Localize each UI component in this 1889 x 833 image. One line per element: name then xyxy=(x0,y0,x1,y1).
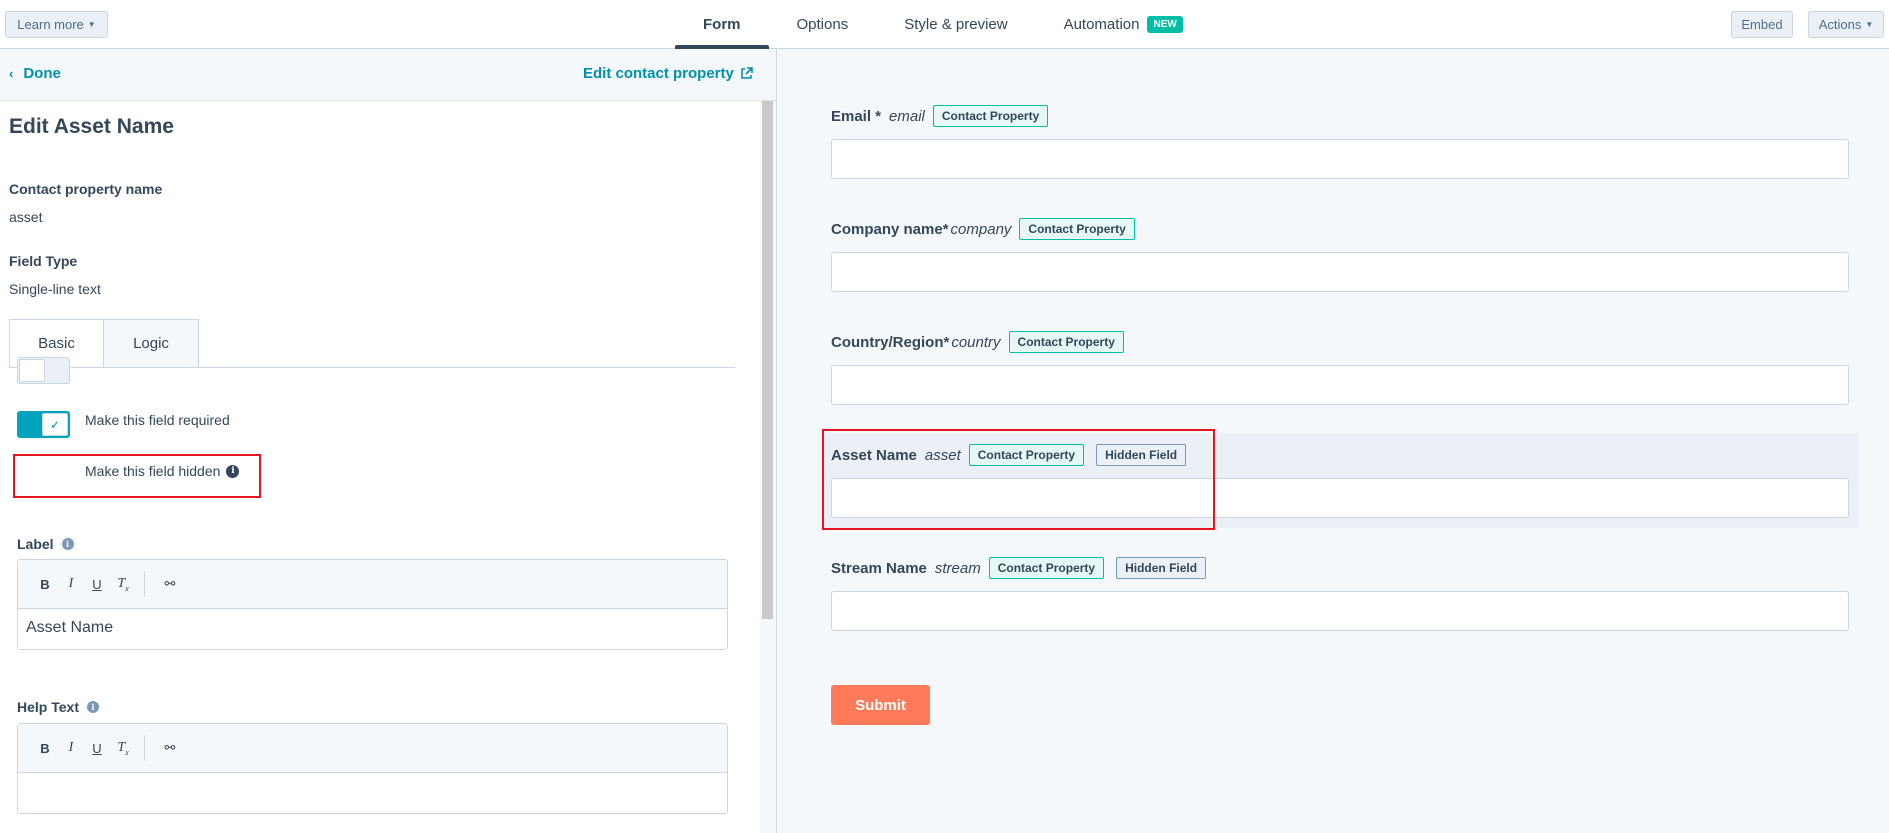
link-icon[interactable]: ⚯ xyxy=(157,740,183,756)
tab-options-label: Options xyxy=(796,16,849,33)
field-editor-panel: ‹ Done Edit contact property Edit Asset … xyxy=(0,49,777,833)
form-field-label-company[interactable]: Company name* company Contact Property xyxy=(831,218,1135,240)
field-internal-name: country xyxy=(951,333,1001,351)
field-internal-name: email xyxy=(889,107,925,125)
top-bar: Learn more ▼ Form Options Style & previe… xyxy=(0,0,1889,49)
italic-button[interactable]: I xyxy=(58,576,84,592)
contact-property-tag: Contact Property xyxy=(1019,218,1135,240)
field-internal-name: company xyxy=(950,220,1012,238)
tab-form[interactable]: Form xyxy=(675,0,769,49)
hidden-toggle[interactable]: ✓ xyxy=(17,411,70,438)
tab-automation[interactable]: Automation NEW xyxy=(1036,0,1211,49)
label-heading: Label i xyxy=(17,536,74,552)
editor-tabs: Form Options Style & preview Automation … xyxy=(675,0,1211,49)
toolbar-divider xyxy=(144,735,145,761)
field-label-text: Email * xyxy=(831,107,882,125)
help-text-rich-text-editor: B I U Tx ⚯ xyxy=(17,723,728,814)
caret-down-icon: ▼ xyxy=(1865,20,1874,29)
clear-format-button[interactable]: Tx xyxy=(110,740,136,757)
hidden-toggle-text: Make this field hidden xyxy=(85,463,221,479)
bold-button[interactable]: B xyxy=(32,741,58,756)
tab-options[interactable]: Options xyxy=(769,0,877,49)
embed-label: Embed xyxy=(1741,17,1783,32)
field-label-text: Company name* xyxy=(831,220,949,238)
info-icon[interactable]: i xyxy=(86,701,99,713)
clear-format-button[interactable]: Tx xyxy=(110,576,136,593)
company-name-field[interactable] xyxy=(831,252,1849,292)
contact-property-tag: Contact Property xyxy=(1008,331,1124,353)
subtab-logic[interactable]: Logic xyxy=(104,319,199,368)
help-text-heading-text: Help Text xyxy=(17,699,79,715)
learn-more-label: Learn more xyxy=(17,17,84,32)
external-link-icon xyxy=(741,67,753,79)
subtab-logic-label: Logic xyxy=(133,335,169,352)
rte-toolbar: B I U Tx ⚯ xyxy=(18,724,727,773)
info-icon[interactable]: i xyxy=(226,464,240,478)
required-toggle-label: Make this field required xyxy=(85,412,230,428)
highlight-asset-field xyxy=(822,429,1215,530)
underline-button[interactable]: U xyxy=(84,577,110,592)
check-icon: ✓ xyxy=(42,413,68,436)
field-label-text: Stream Name xyxy=(831,559,927,577)
contact-property-name-label: Contact property name xyxy=(9,181,163,197)
subtabs-divider xyxy=(9,367,735,368)
hidden-toggle-label: Make this field hidden i xyxy=(85,463,240,479)
contact-property-tag: Contact Property xyxy=(932,105,1049,127)
field-label-text: Country/Region* xyxy=(831,333,950,351)
required-toggle-text: Make this field required xyxy=(85,412,230,428)
field-type-value: Single-line text xyxy=(9,281,101,297)
caret-down-icon: ▼ xyxy=(87,20,96,29)
subtab-basic-label: Basic xyxy=(38,335,75,352)
new-badge: NEW xyxy=(1147,16,1183,33)
toolbar-divider xyxy=(144,571,145,597)
panel-scrollbar-thumb[interactable] xyxy=(762,101,773,619)
form-field-label-country[interactable]: Country/Region* country Contact Property xyxy=(831,331,1124,353)
tab-automation-label: Automation xyxy=(1063,16,1140,33)
label-input[interactable]: Asset Name xyxy=(18,609,727,649)
edit-contact-property-label: Edit contact property xyxy=(583,65,734,82)
info-icon[interactable]: i xyxy=(61,538,74,550)
tab-style-preview-label: Style & preview xyxy=(904,16,1008,33)
contact-property-tag: Contact Property xyxy=(988,557,1105,579)
label-rich-text-editor: B I U Tx ⚯ Asset Name xyxy=(17,559,728,650)
rte-toolbar: B I U Tx ⚯ xyxy=(18,560,727,609)
embed-button[interactable]: Embed xyxy=(1731,11,1793,38)
field-internal-name: stream xyxy=(934,559,981,577)
bold-button[interactable]: B xyxy=(32,577,58,592)
learn-more-dropdown[interactable]: Learn more ▼ xyxy=(5,11,108,38)
chevron-left-icon: ‹ xyxy=(9,66,14,81)
panel-header: ‹ Done Edit contact property xyxy=(0,49,776,101)
hidden-field-tag: Hidden Field xyxy=(1116,557,1207,579)
tab-style-preview[interactable]: Style & preview xyxy=(876,0,1035,49)
required-toggle[interactable] xyxy=(17,357,70,384)
actions-label: Actions xyxy=(1818,17,1862,32)
stream-name-field[interactable] xyxy=(831,591,1849,631)
link-icon[interactable]: ⚯ xyxy=(157,576,183,592)
help-text-input[interactable] xyxy=(18,773,727,813)
done-label: Done xyxy=(23,65,61,82)
contact-property-name-value: asset xyxy=(9,209,43,225)
italic-button[interactable]: I xyxy=(58,740,84,756)
toggle-knob xyxy=(19,359,45,382)
tab-form-label: Form xyxy=(703,16,741,33)
country-region-field[interactable] xyxy=(831,365,1849,405)
actions-dropdown[interactable]: Actions ▼ xyxy=(1808,11,1884,38)
email-field[interactable] xyxy=(831,139,1849,179)
form-field-label-stream[interactable]: Stream Name stream Contact Property Hidd… xyxy=(831,557,1207,579)
panel-title: Edit Asset Name xyxy=(9,115,174,138)
submit-button[interactable]: Submit xyxy=(831,685,930,725)
edit-contact-property-link[interactable]: Edit contact property xyxy=(583,65,753,82)
form-field-label-email[interactable]: Email * email Contact Property xyxy=(831,105,1049,127)
help-text-heading: Help Text i xyxy=(17,699,99,715)
label-heading-text: Label xyxy=(17,536,54,552)
done-link[interactable]: ‹ Done xyxy=(9,65,61,82)
underline-button[interactable]: U xyxy=(84,741,110,756)
field-type-label: Field Type xyxy=(9,253,78,269)
